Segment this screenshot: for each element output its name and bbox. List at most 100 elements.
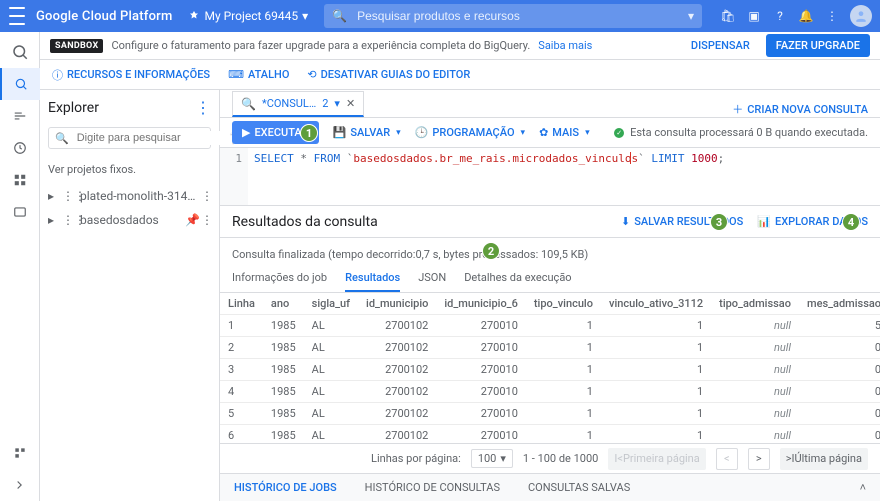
tab-json[interactable]: JSON	[418, 265, 446, 292]
table-row[interactable]: 41985AL270010227001011null00nullnull	[220, 381, 880, 403]
expand-icon[interactable]: ▸	[48, 213, 58, 227]
column-header[interactable]: id_municipio	[358, 293, 436, 315]
next-page-button[interactable]: >	[748, 448, 770, 470]
project-row[interactable]: ▸ ⋮⋮ plated-monolith-314914 ⋮	[48, 184, 211, 208]
expand-up-icon[interactable]: ˄	[860, 481, 866, 494]
project-name: My Project 69445	[204, 9, 298, 23]
table-cell: AL	[304, 425, 358, 444]
table-row[interactable]: 21985AL270010227001011null00nullnull	[220, 337, 880, 359]
table-cell: 270010	[436, 359, 526, 381]
saved-queries-tab[interactable]: CONSULTAS SALVAS	[528, 481, 630, 494]
clock-icon: 🕒	[415, 126, 429, 139]
explorer-more-icon[interactable]: ⋮	[195, 98, 211, 117]
table-row[interactable]: 11985AL270010227001011null50nullnull	[220, 315, 880, 337]
results-header: Resultados da consulta ⬇SALVAR RESULTADO…	[220, 206, 880, 238]
rows-per-page-select[interactable]: 100▾	[471, 449, 513, 468]
first-page-button[interactable]: I< Primeira página	[608, 448, 705, 470]
table-cell: 1	[601, 337, 711, 359]
column-header[interactable]: tipo_vinculo	[526, 293, 601, 315]
chevron-down-icon[interactable]: ▾	[688, 9, 694, 23]
column-header[interactable]: ano	[263, 293, 304, 315]
gcp-search-input[interactable]	[355, 8, 680, 24]
settings-sliders-icon[interactable]	[0, 100, 40, 132]
fixed-projects-hint[interactable]: Ver projetos fixos.	[48, 163, 211, 176]
explorer-search-input[interactable]	[75, 131, 221, 145]
collapse-icon[interactable]	[0, 469, 40, 501]
marketplace-icon[interactable]	[0, 437, 40, 469]
table-cell: 1985	[263, 315, 304, 337]
table-cell: null	[711, 315, 799, 337]
resources-link[interactable]: ⓘRECURSOS E INFORMAÇÕES	[52, 67, 210, 83]
expand-icon[interactable]: ▸	[48, 189, 58, 203]
hamburger-icon[interactable]	[8, 7, 26, 25]
dashboard-icon[interactable]	[0, 164, 40, 196]
editor-tab[interactable]: 🔍 *CONSUL… 2 ▾ ✕	[232, 91, 364, 117]
gcp-search[interactable]: 🔍 ▾	[324, 4, 702, 28]
explorer-title: Explorer ⋮	[48, 98, 211, 117]
sql-editor[interactable]: 1 SELECT * FROM `basedosdados.br_me_rais…	[220, 148, 880, 206]
column-header[interactable]: sigla_uf	[304, 293, 358, 315]
history-icon[interactable]	[0, 132, 40, 164]
save-button[interactable]: 💾SALVAR	[333, 126, 401, 139]
plus-icon: ＋	[732, 101, 743, 117]
history-bar: HISTÓRICO DE JOBS HISTÓRICO DE CONSULTAS…	[220, 473, 880, 501]
sql-workspace-icon[interactable]	[0, 68, 40, 100]
bq-icon-rail	[0, 32, 40, 501]
explorer-search[interactable]: 🔍 ❔	[48, 127, 211, 149]
rows-per-page-label: Linhas por página:	[371, 452, 461, 465]
query-history-tab[interactable]: HISTÓRICO DE CONSULTAS	[365, 481, 500, 494]
chevron-down-icon[interactable]: ▾	[334, 97, 340, 110]
table-cell: 0	[799, 337, 880, 359]
notifications-icon[interactable]: 🔔	[798, 8, 814, 24]
disable-tabs-link[interactable]: ⟲DESATIVAR GUIAS DO EDITOR	[307, 68, 470, 81]
table-row[interactable]: 51985AL270010227001011null00nullnull	[220, 403, 880, 425]
column-header[interactable]: vinculo_ativo_3112	[601, 293, 711, 315]
schedule-button[interactable]: 🕒PROGRAMAÇÃO	[415, 126, 525, 139]
table-cell: 270010	[436, 403, 526, 425]
console-icon[interactable]: ▣	[746, 8, 762, 24]
project-row[interactable]: ▸ ⋮⋮ basedosdados 📌 ⋮	[48, 208, 211, 232]
account-avatar[interactable]	[850, 5, 872, 27]
data-table: Linhaanosigla_ufid_municipioid_municipio…	[220, 293, 880, 443]
close-tab-icon[interactable]: ✕	[346, 97, 355, 110]
new-query-button[interactable]: ＋ CRIAR NOVA CONSULTA	[732, 101, 868, 117]
column-header[interactable]: tipo_admissao	[711, 293, 799, 315]
row-more-icon[interactable]: ⋮	[201, 189, 211, 203]
table-body: 11985AL270010227001011null50nullnull2198…	[220, 315, 880, 444]
query-status: ✓ Esta consulta processará 0 B quando ex…	[614, 126, 868, 139]
last-page-button[interactable]: >I Última página	[780, 448, 868, 470]
column-header[interactable]: id_municipio_6	[436, 293, 526, 315]
sandbox-link[interactable]: Saiba mais	[538, 39, 592, 52]
pin-icon[interactable]: 📌	[185, 213, 197, 227]
table-row[interactable]: 61985AL270010227001011null00nullnull	[220, 425, 880, 444]
project-icon	[188, 10, 200, 22]
data-table-wrap[interactable]: Linhaanosigla_ufid_municipioid_municipio…	[220, 293, 880, 443]
card-icon[interactable]	[0, 196, 40, 228]
project-picker[interactable]: My Project 69445 ▾	[182, 5, 314, 27]
row-more-icon[interactable]: ⋮	[201, 213, 211, 227]
table-row[interactable]: 31985AL270010227001011null00nullnull	[220, 359, 880, 381]
column-header[interactable]: Linha	[220, 293, 263, 315]
more-icon[interactable]: ⋮	[824, 8, 840, 24]
more-button[interactable]: ✿MAIS	[539, 126, 590, 139]
column-header[interactable]: mes_admissao	[799, 293, 880, 315]
sandbox-badge: SANDBOX	[50, 39, 103, 53]
tab-job-info[interactable]: Informações do job	[232, 265, 327, 292]
project-icon: ⋮⋮	[62, 189, 76, 203]
bigquery-icon[interactable]	[0, 36, 40, 68]
tab-results[interactable]: Resultados	[345, 265, 400, 292]
prev-page-button[interactable]: <	[716, 448, 738, 470]
tab-exec-details[interactable]: Detalhes da execução	[464, 265, 571, 292]
upgrade-button[interactable]: FAZER UPGRADE	[766, 34, 870, 57]
table-cell: AL	[304, 403, 358, 425]
help-icon[interactable]: ?	[772, 8, 788, 24]
dismiss-button[interactable]: DISPENSAR	[683, 39, 758, 52]
gift-icon[interactable]: 🛍	[720, 8, 736, 24]
annotation-2: 2	[482, 242, 500, 260]
shortcut-link[interactable]: ⌨ATALHO	[228, 68, 289, 81]
sql-code[interactable]: SELECT * FROM `basedosdados.br_me_rais.m…	[248, 148, 730, 205]
job-history-tab[interactable]: HISTÓRICO DE JOBS	[234, 481, 337, 494]
tabs-off-icon: ⟲	[307, 68, 316, 81]
annotation-3: 3	[710, 213, 728, 231]
table-cell: 4	[220, 381, 263, 403]
